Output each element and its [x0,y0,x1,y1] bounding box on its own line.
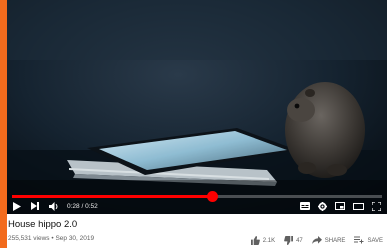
like-button[interactable]: 2.1K [250,235,276,247]
video-title: House hippo 2.0 [8,219,78,230]
video-page: 0:28 / 0:52 House hippo 2.0 255,531 view… [7,0,387,248]
video-player[interactable]: 0:28 / 0:52 [7,0,387,214]
playlist-add-icon [354,236,367,246]
like-count: 2.1K [262,238,276,244]
dislike-count: 47 [296,238,303,244]
time-display: 0:28 / 0:52 [67,202,98,210]
volume-icon[interactable] [49,199,59,213]
theater-icon[interactable] [353,199,364,213]
fullscreen-icon[interactable] [372,199,381,213]
thumbs-up-icon [250,235,263,247]
save-label: SAVE [367,238,383,244]
share-button[interactable]: SHARE [311,236,346,246]
dislike-button[interactable]: 47 [284,235,303,247]
play-icon[interactable] [13,199,21,213]
next-icon[interactable] [31,199,39,213]
subtitles-icon[interactable] [300,199,310,213]
video-meta: 255,531 views • Sep 30, 2019 [8,235,95,242]
share-icon [311,236,325,246]
video-actions: 2.1K 47 SHARE SAVE [242,235,383,247]
miniplayer-icon[interactable] [335,199,345,213]
player-controls: 0:28 / 0:52 [7,198,387,214]
save-button[interactable]: SAVE [354,236,383,246]
thumbs-down-icon [284,235,296,247]
video-info: House hippo 2.0 255,531 views • Sep 30, … [7,214,387,248]
video-frame [7,0,387,214]
share-label: SHARE [324,238,346,244]
gear-icon[interactable] [318,199,327,213]
